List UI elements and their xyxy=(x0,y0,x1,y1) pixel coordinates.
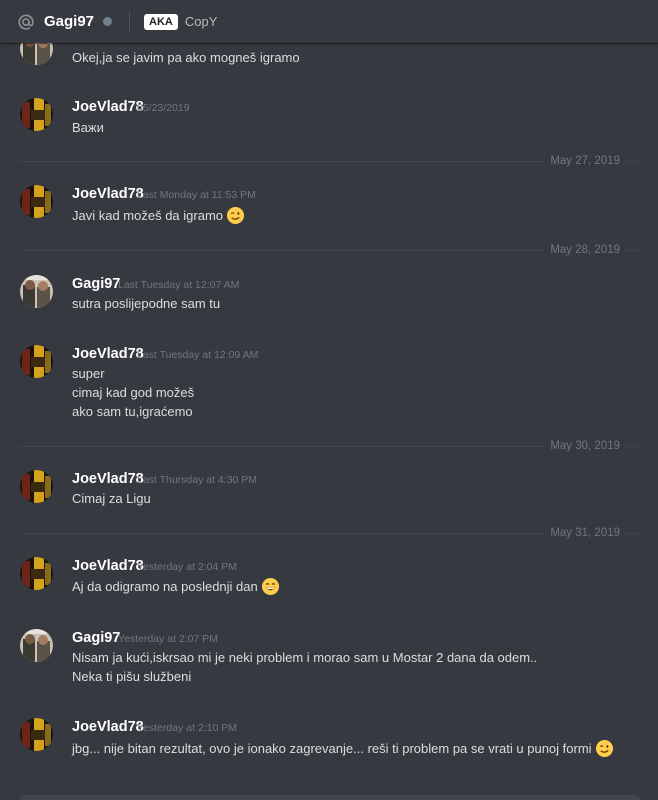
message-text: sutra poslijepodne sam tu xyxy=(72,296,221,311)
at-sign-icon xyxy=(16,12,36,32)
avatar-gagi97[interactable] xyxy=(20,275,53,308)
message-author[interactable]: Gagi97 xyxy=(72,629,120,647)
message-text: ako sam tu,igraćemo xyxy=(72,404,193,419)
message-timestamp: 05/23/2019 xyxy=(137,102,190,114)
status-offline-icon xyxy=(103,17,113,26)
message-author[interactable]: JoeVlad78 xyxy=(72,185,144,203)
message-timestamp: Last Tuesday at 12:07 AM xyxy=(118,279,240,291)
message-text: cimaj kad god možeš xyxy=(72,385,195,400)
avatar-joevlad78[interactable] xyxy=(20,557,53,590)
winking-face-emoji[interactable] xyxy=(226,206,245,225)
message-author[interactable]: Gagi97 xyxy=(72,275,120,293)
header-divider xyxy=(129,10,131,33)
message-timestamp: Last Tuesday at 12:09 AM xyxy=(137,349,259,361)
date-separator: May 31, 2019 xyxy=(20,525,638,541)
message-line: Aj da odigramo na poslednji dan xyxy=(72,577,280,596)
message-text: super xyxy=(72,366,105,381)
aka-nickname: CopY xyxy=(184,14,218,29)
separator-date: May 31, 2019 xyxy=(544,525,626,541)
message-text: Javi kad možeš da igramo xyxy=(72,208,224,223)
aka-badge: AKA xyxy=(144,13,178,30)
avatar-joevlad78[interactable] xyxy=(20,185,53,218)
message-line: Javi kad možeš da igramo xyxy=(72,206,245,225)
message-list[interactable]: Okej,ja se javim pa ako mogneš igramo Jo… xyxy=(0,0,658,800)
separator-date: May 27, 2019 xyxy=(544,153,626,169)
message-text: Aj da odigramo na poslednji dan xyxy=(72,579,258,594)
message-timestamp: Last Thursday at 4:30 PM xyxy=(137,474,258,486)
message-timestamp: Yesterday at 2:10 PM xyxy=(137,722,238,734)
date-separator: May 30, 2019 xyxy=(20,438,638,454)
message-text: Neka ti pišu službeni xyxy=(72,669,192,684)
message-timestamp: Yesterday at 2:04 PM xyxy=(137,561,238,573)
message-author[interactable]: JoeVlad78 xyxy=(72,98,144,116)
channel-header: Gagi97 AKA CopY xyxy=(0,0,658,43)
message-author[interactable]: JoeVlad78 xyxy=(72,557,144,575)
avatar-joevlad78[interactable] xyxy=(20,718,53,751)
message-text: Okej,ja se javim pa ako mogneš igramo xyxy=(72,50,300,65)
avatar-joevlad78[interactable] xyxy=(20,345,53,378)
separator-date: May 30, 2019 xyxy=(544,438,626,454)
message-timestamp: Yesterday at 2:07 PM xyxy=(118,633,219,645)
message-author[interactable]: JoeVlad78 xyxy=(72,718,144,736)
grinning-face-emoji[interactable] xyxy=(261,577,280,596)
message-text: Важи xyxy=(72,120,104,135)
message-timestamp: Last Monday at 11:53 PM xyxy=(137,189,256,201)
separator-date: May 28, 2019 xyxy=(544,242,626,258)
message-text: Nisam ja kući,iskrsao mi je neki problem… xyxy=(72,650,538,665)
message-text: jbg... nije bitan rezultat, ovo je ionak… xyxy=(72,741,592,756)
avatar-gagi97[interactable] xyxy=(20,629,53,662)
message-text: Cimaj za Ligu xyxy=(72,491,151,506)
message-line: jbg... nije bitan rezultat, ovo je ionak… xyxy=(72,739,614,758)
avatar-joevlad78[interactable] xyxy=(20,470,53,503)
date-separator: May 27, 2019 xyxy=(20,153,638,169)
dm-username: Gagi97 xyxy=(44,13,95,30)
date-separator: May 28, 2019 xyxy=(20,242,638,258)
message-author[interactable]: JoeVlad78 xyxy=(72,470,144,488)
winking-face-emoji[interactable] xyxy=(595,739,614,758)
message-input-bar[interactable] xyxy=(20,795,640,800)
message-author[interactable]: JoeVlad78 xyxy=(72,345,144,363)
avatar-joevlad78[interactable] xyxy=(20,98,53,131)
